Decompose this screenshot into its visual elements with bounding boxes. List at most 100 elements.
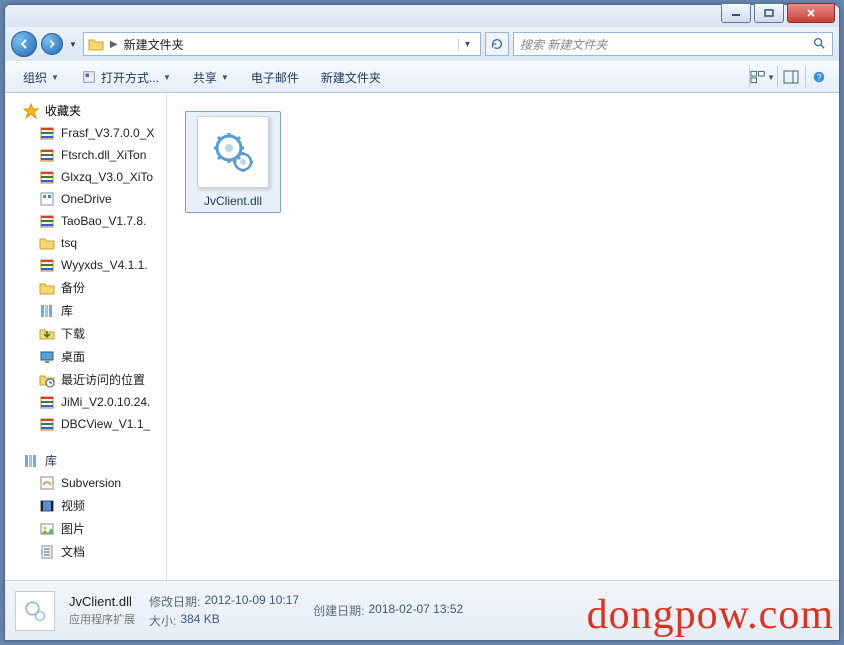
sidebar-item[interactable]: 库 — [5, 299, 166, 322]
email-button[interactable]: 电子邮件 — [241, 65, 309, 90]
navigation-sidebar: 收藏夹 Frasf_V3.7.0.0_X Ftsrch.dll_XiTon Glxz… — [5, 93, 167, 580]
help-button[interactable]: ? — [805, 66, 831, 88]
back-button[interactable] — [11, 31, 37, 57]
chevron-down-icon: ▼ — [163, 73, 171, 82]
library-icon — [23, 453, 39, 469]
organize-label: 组织 — [23, 69, 47, 86]
libraries-label: 库 — [45, 452, 57, 469]
sidebar-item[interactable]: 图片 — [5, 517, 166, 540]
main-area: 收藏夹 Frasf_V3.7.0.0_X Ftsrch.dll_XiTon Glxz… — [5, 93, 839, 580]
app-icon — [39, 191, 55, 207]
details-main: JvClient.dll 应用程序扩展 — [69, 594, 135, 627]
minimize-button[interactable] — [721, 3, 751, 23]
file-item[interactable]: JvClient.dll — [185, 111, 281, 213]
sidebar-item-label: Wyyxds_V4.1.1. — [61, 258, 148, 272]
svn-icon — [39, 475, 55, 491]
details-pane: JvClient.dll 应用程序扩展 修改日期: 2012-10-09 10:… — [5, 580, 839, 640]
address-dropdown-icon[interactable]: ▾ — [458, 39, 476, 50]
organize-button[interactable]: 组织 ▼ — [13, 65, 69, 90]
details-meta-col1: 修改日期: 2012-10-09 10:17 大小: 384 KB — [149, 593, 299, 629]
sidebar-item-label: 下载 — [61, 325, 85, 342]
archive-icon — [39, 147, 55, 163]
share-button[interactable]: 共享 ▼ — [183, 65, 239, 90]
sidebar-item[interactable]: 文档 — [5, 540, 166, 563]
desktop-icon — [39, 349, 55, 365]
libraries-header[interactable]: 库 — [5, 449, 166, 472]
search-input[interactable]: 搜索 新建文件夹 — [513, 32, 833, 56]
open-with-button[interactable]: 打开方式... ▼ — [71, 65, 181, 90]
chevron-down-icon: ▼ — [767, 73, 775, 82]
sidebar-item-label: Frasf_V3.7.0.0_X — [61, 126, 154, 140]
sidebar-item[interactable]: tsq — [5, 232, 166, 254]
navigation-bar: ▼ ▶ 新建文件夹 ▾ 搜索 新建文件夹 — [5, 27, 839, 61]
size-label: 大小: — [149, 612, 176, 629]
email-label: 电子邮件 — [251, 69, 299, 86]
sidebar-item[interactable]: DBCView_V1.1_ — [5, 413, 166, 435]
app-icon — [81, 69, 97, 85]
archive-icon — [39, 257, 55, 273]
window-controls — [721, 3, 835, 23]
preview-pane-button[interactable] — [777, 66, 803, 88]
command-toolbar: 组织 ▼ 打开方式... ▼ 共享 ▼ 电子邮件 新建文件夹 ▼ ? — [5, 61, 839, 93]
forward-button[interactable] — [41, 33, 63, 55]
titlebar — [5, 5, 839, 27]
sidebar-item-label: Subversion — [61, 476, 121, 490]
sidebar-item-label: tsq — [61, 236, 77, 250]
sidebar-item-label: 最近访问的位置 — [61, 371, 145, 388]
folder-icon — [39, 280, 55, 296]
sidebar-item[interactable]: Ftsrch.dll_XiTon — [5, 144, 166, 166]
sidebar-item-label: JiMi_V2.0.10.24. — [61, 395, 150, 409]
modified-value: 2012-10-09 10:17 — [204, 593, 299, 610]
sidebar-item[interactable]: 备份 — [5, 276, 166, 299]
sidebar-item[interactable]: 下载 — [5, 322, 166, 345]
favorites-label: 收藏夹 — [45, 102, 81, 119]
folder-icon — [39, 235, 55, 251]
maximize-button[interactable] — [754, 3, 784, 23]
sidebar-item[interactable]: Glxzq_V3.0_XiTo — [5, 166, 166, 188]
details-meta-col2: 创建日期: 2018-02-07 13:52 — [313, 602, 463, 619]
sidebar-item-label: Ftsrch.dll_XiTon — [61, 148, 146, 162]
favorites-header[interactable]: 收藏夹 — [5, 99, 166, 122]
sidebar-item-label: 库 — [61, 302, 73, 319]
sidebar-item[interactable]: Wyyxds_V4.1.1. — [5, 254, 166, 276]
sidebar-item[interactable]: 视频 — [5, 494, 166, 517]
svg-text:?: ? — [816, 73, 821, 83]
sidebar-item-label: OneDrive — [61, 192, 112, 206]
sidebar-item-label: 桌面 — [61, 348, 85, 365]
close-button[interactable] — [787, 3, 835, 23]
doc-icon — [39, 544, 55, 560]
video-icon — [39, 498, 55, 514]
archive-icon — [39, 169, 55, 185]
history-dropdown-icon[interactable]: ▼ — [67, 40, 79, 49]
sidebar-item[interactable]: JiMi_V2.0.10.24. — [5, 391, 166, 413]
libraries-group: 库 Subversion 视频图片文档 — [5, 449, 166, 563]
sidebar-item[interactable]: Frasf_V3.7.0.0_X — [5, 122, 166, 144]
sidebar-item-label: 视频 — [61, 497, 85, 514]
sidebar-item[interactable]: TaoBao_V1.7.8. — [5, 210, 166, 232]
details-thumbnail — [15, 591, 55, 631]
new-folder-button[interactable]: 新建文件夹 — [311, 65, 391, 90]
archive-icon — [39, 416, 55, 432]
created-label: 创建日期: — [313, 602, 364, 619]
archive-icon — [39, 213, 55, 229]
folder-icon — [88, 36, 104, 52]
sidebar-item-label: 文档 — [61, 543, 85, 560]
view-options-button[interactable]: ▼ — [749, 66, 775, 88]
created-value: 2018-02-07 13:52 — [368, 602, 463, 619]
search-icon — [812, 36, 826, 53]
size-value: 384 KB — [180, 612, 219, 629]
search-placeholder: 搜索 新建文件夹 — [520, 36, 607, 53]
sidebar-item[interactable]: 桌面 — [5, 345, 166, 368]
star-icon — [23, 103, 39, 119]
refresh-button[interactable] — [485, 32, 509, 56]
file-list-pane[interactable]: JvClient.dll — [167, 93, 839, 580]
address-bar[interactable]: ▶ 新建文件夹 ▾ — [83, 32, 481, 56]
details-file-name: JvClient.dll — [69, 594, 135, 609]
chevron-down-icon: ▼ — [221, 73, 229, 82]
sidebar-item[interactable]: OneDrive — [5, 188, 166, 210]
sidebar-item[interactable]: Subversion — [5, 472, 166, 494]
sidebar-item[interactable]: 最近访问的位置 — [5, 368, 166, 391]
sidebar-item-label: 备份 — [61, 279, 85, 296]
archive-icon — [39, 394, 55, 410]
open-with-label: 打开方式... — [101, 69, 159, 86]
